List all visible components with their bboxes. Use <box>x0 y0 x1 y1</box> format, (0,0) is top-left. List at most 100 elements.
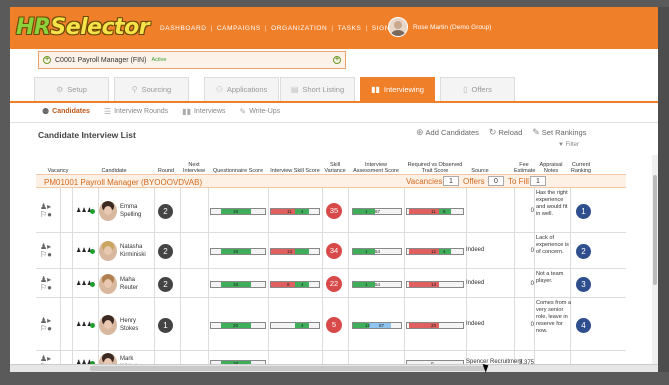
ranking-badge[interactable]: 1 <box>576 203 591 219</box>
col-ranking[interactable]: Current Ranking <box>568 162 594 174</box>
set-rankings-button[interactable]: ✎ Set Rankings <box>532 127 586 138</box>
column-divider <box>154 269 155 297</box>
bar-fill <box>271 322 295 328</box>
col-fee[interactable]: Fee Estimate <box>514 162 535 174</box>
add-icon[interactable]: + <box>43 56 51 64</box>
window-edge <box>658 7 669 372</box>
subtab-interviews[interactable]: ▮▮ Interviews <box>182 107 225 116</box>
skill-variance-badge: 35 <box>326 202 342 219</box>
assessment-bar: 1 54 <box>352 248 402 255</box>
scrollbar-thumb[interactable] <box>90 366 485 371</box>
interview-icon: ▮▮ <box>371 85 380 94</box>
col-next-interview[interactable]: Next Interview <box>180 162 208 174</box>
column-divider <box>404 233 405 268</box>
scrollbar-thumb[interactable] <box>653 175 657 285</box>
reload-button[interactable]: ↻ Reload <box>489 127 522 138</box>
filter-button[interactable]: ▼ Filter <box>558 142 579 148</box>
list-icon: ▤ <box>290 85 299 94</box>
subtab-candidates[interactable]: ⚉ Candidates <box>42 107 90 116</box>
ranking-badge[interactable]: 4 <box>576 317 591 333</box>
share-icon[interactable]: ⚐● <box>40 210 52 219</box>
add-job-icon[interactable]: + <box>333 56 341 64</box>
column-divider <box>154 188 155 232</box>
candidate-photo[interactable] <box>99 241 117 261</box>
nav-organization[interactable]: ORGANIZATION <box>267 25 331 32</box>
questionnaire-bar: 18 <box>210 207 266 215</box>
column-divider <box>348 298 349 350</box>
candidate-photo[interactable] <box>99 314 117 335</box>
candidate-action-icons[interactable]: ♟▸⚐● <box>40 316 58 333</box>
col-trait[interactable]: Required vs Observed Trait Score <box>404 162 466 174</box>
app-window: HRSelector DASHBOARD | CAMPAIGNS | ORGANIZ… <box>10 7 658 372</box>
column-divider <box>404 298 405 350</box>
vacancies-label: Vacancies <box>406 177 443 186</box>
opening-row[interactable]: PM01001 Payroll Manager (BYOOOVDVAB) Vac… <box>36 174 626 188</box>
assessment-bar: 1 54 <box>352 280 402 288</box>
nav-campaigns[interactable]: CAMPAIGNS <box>213 25 265 32</box>
table-row[interactable]: ♟▸ ⚐● ♟♟♟ Maha Reuter 2 18 8 4 22 1 54 13 Indeed 0 Not … <box>36 269 626 298</box>
candidate-name[interactable]: Emma Spelling <box>120 203 141 219</box>
candidate-name[interactable]: Natasha Kirminiski <box>120 243 146 259</box>
col-notes[interactable]: Appraisal Notes <box>536 162 566 174</box>
tab-sourcing[interactable]: ⚲ Sourcing <box>114 77 189 101</box>
ranking-badge[interactable]: 3 <box>576 276 591 292</box>
candidate-action-icons[interactable]: ♟▸⚐● <box>40 202 58 219</box>
divider <box>10 122 658 123</box>
job-selector[interactable]: + C0001 Payroll Manager (FIN) Active + <box>38 51 346 69</box>
column-divider <box>180 188 181 232</box>
reload-icon: ↻ <box>488 127 497 137</box>
appraisal-notes: Lack of experience is of concern. <box>536 235 569 255</box>
column-divider <box>322 298 323 350</box>
nav-dashboard[interactable]: DASHBOARD <box>156 25 211 32</box>
share-icon[interactable]: ⚐● <box>40 324 52 333</box>
hrselector-logo[interactable]: HRSelector <box>16 15 150 40</box>
subtab-write-ups[interactable]: ✎ Write-Ups <box>240 107 281 116</box>
candidate-photo[interactable] <box>99 200 117 221</box>
trait-score-bar: 13 <box>406 280 464 288</box>
skill-variance-badge: 34 <box>326 243 342 259</box>
share-icon[interactable]: ⚐● <box>40 283 52 292</box>
skill-score-bar: 14 <box>270 248 320 255</box>
table-row[interactable]: ♟▸ ⚐● ♟♟♟ Henry Stokes 1 20 4 5 12 87 20 Indeed 0 Come… <box>36 298 626 351</box>
share-icon[interactable]: ⚐● <box>40 250 52 259</box>
bar-fill <box>271 281 295 287</box>
nav-tasks[interactable]: TASKS <box>334 25 366 32</box>
candidate-photo[interactable] <box>99 273 117 294</box>
column-divider <box>208 233 209 268</box>
horizontal-scrollbar[interactable] <box>10 364 658 372</box>
pencil-icon: ✎ <box>239 107 247 116</box>
ranking-badge[interactable]: 2 <box>576 244 591 259</box>
candidate-name[interactable]: Henry Stokes <box>120 317 138 333</box>
candidate-action-icons[interactable]: ♟▸⚐● <box>40 275 58 292</box>
job-status: Active <box>151 57 167 63</box>
source-text: Indeed <box>466 247 485 253</box>
candidates-icon: ⚉ <box>42 107 50 116</box>
column-divider <box>322 269 323 297</box>
column-divider <box>60 269 61 297</box>
tab-interviewing[interactable]: ▮▮ Interviewing <box>360 77 435 101</box>
tab-short-listing[interactable]: ▤ Short Listing <box>280 77 355 101</box>
tab-setup[interactable]: ⚙ Setup <box>34 77 109 101</box>
column-divider <box>72 233 73 268</box>
vacancies-count: 1 <box>443 176 459 186</box>
subtab-interview-rounds[interactable]: ☰ Interview Rounds <box>104 107 168 116</box>
col-assessment[interactable]: Interview Assessment Score <box>350 162 402 174</box>
col-skill-variance[interactable]: Skill Variance <box>322 162 348 174</box>
table-row[interactable]: ♟▸ ⚐● ♟♟♟ Natasha Kirminiski 2 18 14 34 1 54 12 4 Ind… <box>36 233 626 269</box>
status-dot <box>90 281 95 287</box>
candidate-name[interactable]: Maha Reuter <box>120 276 138 292</box>
user-menu[interactable]: Rose Martin (Demo Group) <box>388 17 491 37</box>
tab-offers[interactable]: ▯ Offers <box>440 77 515 101</box>
column-divider <box>60 188 61 232</box>
appraisal-notes: Not a team player. <box>536 271 564 284</box>
questionnaire-bar: 18 <box>210 280 266 288</box>
fee-estimate: 0 <box>530 207 534 214</box>
questionnaire-bar: 18 <box>210 248 266 255</box>
column-divider <box>180 269 181 297</box>
tab-applications[interactable]: ⚇ Applications <box>204 77 279 101</box>
add-candidates-button[interactable]: ⊕ Add Candidates <box>416 127 479 138</box>
edit-icon: ✎ <box>532 127 540 137</box>
table-row[interactable]: ♟▸ ⚐● ♟♟♟ Emma Spelling 2 18 11 4 35 1 67 11 8 0 Has th… <box>36 188 626 233</box>
column-divider <box>268 298 269 350</box>
candidate-action-icons[interactable]: ♟▸⚐● <box>40 243 58 259</box>
